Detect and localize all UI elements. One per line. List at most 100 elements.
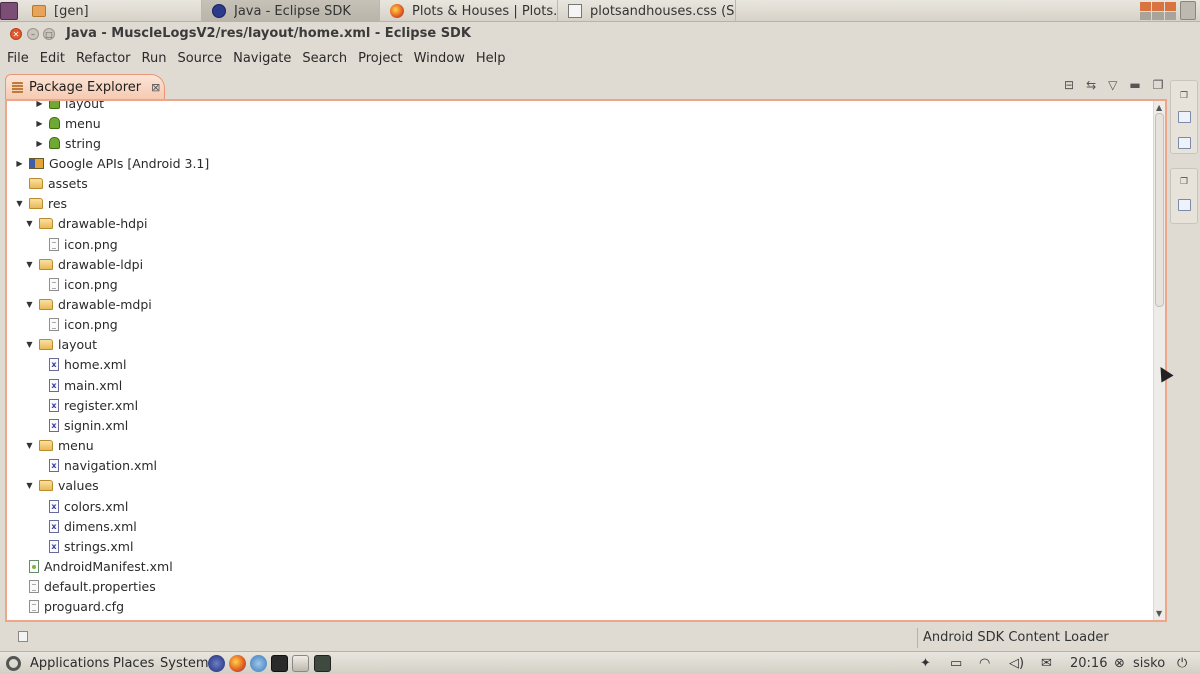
- tree-item[interactable]: ▼ menu: [25, 436, 93, 456]
- collapsed-triangle-icon[interactable]: ▶: [35, 119, 44, 128]
- expanded-triangle-icon[interactable]: ▼: [25, 260, 34, 269]
- panel-menu-places[interactable]: Places: [113, 656, 154, 671]
- scroll-up-arrow-icon[interactable]: ▲: [1156, 103, 1162, 112]
- ubuntu-logo-icon[interactable]: [6, 656, 21, 671]
- folder-icon: [39, 258, 53, 270]
- collapsed-triangle-icon[interactable]: ▶: [35, 101, 44, 108]
- tree-item[interactable]: ▼ res: [15, 194, 67, 214]
- menu-source[interactable]: Source: [177, 51, 228, 66]
- taskbar-tab-css-editor[interactable]: plotsandhouses.css (S...: [558, 0, 736, 22]
- collapse-all-icon[interactable]: ⊟: [1064, 78, 1074, 92]
- firefox-launcher-icon[interactable]: [229, 655, 246, 672]
- tree-item[interactable]: ▼ values: [25, 476, 98, 496]
- wifi-icon[interactable]: ◠: [979, 656, 990, 671]
- tree-item[interactable]: x main.xml: [35, 375, 122, 395]
- tree-item[interactable]: x strings.xml: [35, 536, 133, 556]
- taskbar-tab-gen[interactable]: [gen]: [22, 0, 202, 22]
- tree-item[interactable]: ▼ drawable-hdpi: [25, 214, 147, 234]
- tree-item[interactable]: icon.png: [35, 274, 118, 294]
- restore-icon[interactable]: ❐: [1180, 91, 1188, 101]
- tree-item[interactable]: x colors.xml: [35, 496, 128, 516]
- tree-item[interactable]: ▼ drawable-ldpi: [25, 254, 143, 274]
- tree-item[interactable]: x register.xml: [35, 395, 138, 415]
- display-icon[interactable]: ▭: [950, 656, 962, 671]
- scrollbar-thumb[interactable]: [1155, 113, 1164, 307]
- tree-item[interactable]: AndroidManifest.xml: [15, 556, 173, 576]
- vertical-scrollbar[interactable]: ▲ ▼: [1153, 101, 1165, 620]
- menu-refactor[interactable]: Refactor: [76, 51, 137, 66]
- link-with-editor-icon[interactable]: ⇆: [1086, 78, 1096, 92]
- tree-item[interactable]: assets: [15, 174, 88, 194]
- tree-item[interactable]: x signin.xml: [35, 415, 128, 435]
- minimize-view-icon[interactable]: ▬: [1129, 78, 1140, 92]
- outline-icon[interactable]: [1178, 111, 1191, 123]
- tree-item[interactable]: ▼ layout: [25, 335, 97, 355]
- close-view-icon[interactable]: ⊠: [151, 81, 160, 94]
- tree-item[interactable]: ▶ layout: [35, 101, 104, 113]
- restore-icon[interactable]: ❐: [1180, 177, 1188, 187]
- menu-project[interactable]: Project: [358, 51, 408, 66]
- menu-run[interactable]: Run: [142, 51, 173, 66]
- tree-item[interactable]: ▶ string: [35, 133, 100, 153]
- terminal-launcher-icon[interactable]: [271, 655, 288, 672]
- panel-menu-system[interactable]: System: [160, 656, 208, 671]
- power-icon[interactable]: ⏻: [1177, 656, 1187, 671]
- tree-item-label: signin.xml: [64, 417, 129, 433]
- values-icon: [49, 101, 60, 109]
- chromium-launcher-icon[interactable]: [250, 655, 267, 672]
- window-minimize-button[interactable]: –: [27, 28, 39, 40]
- tree-item[interactable]: icon.png: [35, 315, 118, 335]
- taskbar-tab-eclipse[interactable]: Java - Eclipse SDK: [202, 0, 380, 22]
- window-close-button[interactable]: ✕: [10, 28, 22, 40]
- tree-item[interactable]: ▶ menu: [35, 113, 100, 133]
- trash-icon[interactable]: [1180, 1, 1196, 20]
- scroll-down-arrow-icon[interactable]: ▼: [1156, 609, 1162, 618]
- menu-search[interactable]: Search: [302, 51, 353, 66]
- collapsed-triangle-icon[interactable]: ▶: [35, 139, 44, 148]
- taskbar-tab-firefox[interactable]: Plots & Houses | Plots...: [380, 0, 558, 22]
- mail-icon[interactable]: ✉: [1041, 656, 1052, 671]
- bottom-panel: Applications Places System ✦ ▭ ◠ ◁) ✉ 20…: [0, 651, 1200, 674]
- task-list-icon[interactable]: [1178, 137, 1191, 149]
- volume-icon[interactable]: ◁): [1009, 656, 1024, 671]
- panel-menu-applications[interactable]: Applications: [30, 656, 109, 671]
- expanded-triangle-icon[interactable]: ▼: [25, 219, 34, 228]
- expanded-triangle-icon[interactable]: ▼: [25, 340, 34, 349]
- collapsed-triangle-icon[interactable]: ▶: [15, 159, 24, 168]
- expanded-triangle-icon[interactable]: ▼: [25, 441, 34, 450]
- folder-icon: [32, 5, 46, 17]
- clock[interactable]: 20:16: [1070, 656, 1107, 671]
- expanded-triangle-icon[interactable]: ▼: [15, 199, 24, 208]
- fast-view-icon[interactable]: [18, 631, 28, 642]
- window-maximize-button[interactable]: □: [43, 28, 55, 40]
- menu-window[interactable]: Window: [414, 51, 471, 66]
- right-trim-stack: ❐ ❐: [1170, 80, 1198, 230]
- tree-item[interactable]: x dimens.xml: [35, 516, 137, 536]
- tree-item[interactable]: ▼ drawable-mdpi: [25, 295, 151, 315]
- pma-launcher-icon[interactable]: [292, 655, 309, 672]
- tree-item[interactable]: proguard.cfg: [15, 597, 124, 617]
- user-name[interactable]: sisko: [1133, 656, 1165, 671]
- folder-icon: [39, 339, 53, 351]
- expanded-triangle-icon[interactable]: ▼: [25, 300, 34, 309]
- show-desktop-icon[interactable]: [0, 2, 18, 20]
- tree-item[interactable]: default.properties: [15, 577, 156, 597]
- workspace-switcher[interactable]: [1140, 2, 1176, 20]
- menu-help[interactable]: Help: [476, 51, 512, 66]
- menu-navigate[interactable]: Navigate: [233, 51, 297, 66]
- maximize-view-icon[interactable]: ❐: [1153, 78, 1164, 92]
- eclipse-launcher-icon[interactable]: [208, 655, 225, 672]
- tree-item[interactable]: x home.xml: [35, 355, 126, 375]
- menu-file[interactable]: File: [7, 51, 35, 66]
- tree-item[interactable]: icon.png: [35, 234, 118, 254]
- expanded-triangle-icon[interactable]: ▼: [25, 481, 34, 490]
- system-monitor-icon[interactable]: [314, 655, 331, 672]
- dropbox-icon[interactable]: ✦: [920, 656, 931, 671]
- view-menu-icon[interactable]: ▽: [1108, 78, 1117, 92]
- tree-item[interactable]: x navigation.xml: [35, 456, 157, 476]
- tab-package-explorer[interactable]: Package Explorer ⊠: [5, 74, 165, 100]
- problems-icon[interactable]: [1178, 199, 1191, 211]
- project-tree[interactable]: ▶ layout ▶ menu ▶ string ▶ Google APIs [Android…: [7, 101, 1153, 620]
- tree-item[interactable]: ▶ Google APIs [Android 3.1]: [15, 153, 209, 173]
- menu-edit[interactable]: Edit: [40, 51, 71, 66]
